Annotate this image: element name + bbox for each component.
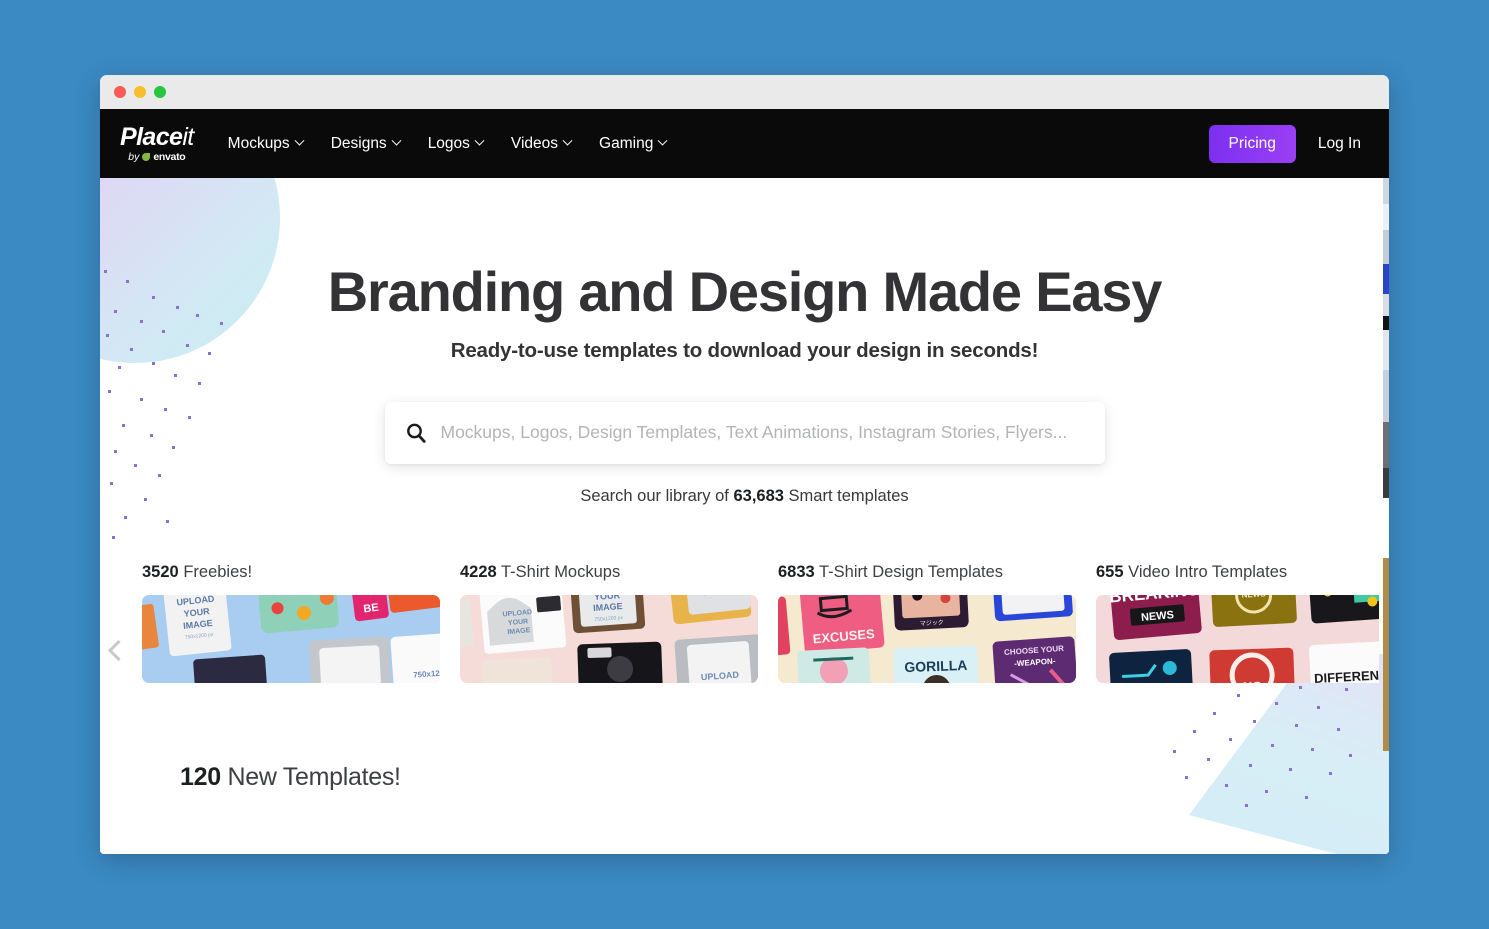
category-card-tshirt-mockups[interactable]: 4228 T-Shirt Mockups UPLOAD YOUR IMAGE Y… bbox=[460, 563, 758, 683]
nav-item-videos[interactable]: Videos bbox=[510, 134, 573, 153]
chevron-down-icon bbox=[657, 135, 668, 146]
hero-subtitle: Ready-to-use templates to download your … bbox=[450, 338, 1039, 362]
pricing-button[interactable]: Pricing bbox=[1208, 124, 1296, 163]
close-window-button[interactable] bbox=[114, 86, 126, 98]
library-suffix: Smart templates bbox=[788, 486, 909, 505]
category-card-freebies[interactable]: 3520 Freebies! UPLOAD YOUR IMAGE 750x120… bbox=[142, 563, 440, 683]
chevron-down-icon bbox=[294, 135, 305, 146]
minimize-window-button[interactable] bbox=[134, 86, 146, 98]
card-title: Video Intro Templates bbox=[1128, 562, 1288, 581]
page-content: Branding and Design Made Easy Ready-to-u… bbox=[100, 178, 1389, 854]
nav-item-label: Mockups bbox=[227, 134, 290, 152]
new-templates-label: New Templates! bbox=[227, 762, 401, 791]
decorative-gradient-wedge bbox=[1189, 654, 1389, 854]
nav-item-label: Videos bbox=[510, 134, 559, 152]
placeit-logo[interactable]: Placeit by envato bbox=[120, 122, 194, 163]
card-count: 655 bbox=[1096, 562, 1124, 581]
card-label: 4228 T-Shirt Mockups bbox=[460, 563, 758, 582]
carousel-cards: 3520 Freebies! UPLOAD YOUR IMAGE 750x120… bbox=[142, 563, 1379, 683]
svg-text:NO: NO bbox=[1243, 678, 1263, 682]
page-title: Branding and Design Made Easy bbox=[327, 260, 1163, 323]
logo-wordmark: Placeit bbox=[120, 122, 194, 151]
tshirt-mockups-thumbnail: UPLOAD YOUR IMAGE YOUR IMAGE 750x1200 px… bbox=[460, 594, 758, 683]
tshirt-designs-thumbnail: EXCUSES マジック GORILLA CHOOSE YOUR -WEAPON… bbox=[778, 594, 1076, 683]
card-count: 4228 bbox=[460, 562, 497, 581]
svg-text:BE: BE bbox=[363, 601, 380, 615]
logo-word-it: it bbox=[182, 122, 194, 151]
login-link[interactable]: Log In bbox=[1318, 135, 1361, 153]
card-label: 655 Video Intro Templates bbox=[1096, 563, 1379, 582]
logo-byline: by envato bbox=[128, 152, 185, 163]
search-bar[interactable] bbox=[384, 401, 1105, 464]
new-templates-heading: 120 New Templates! bbox=[100, 763, 1389, 792]
svg-text:750x1200: 750x1200 bbox=[413, 668, 440, 679]
primary-nav-links: Mockups Designs Logos Videos Gaming bbox=[227, 134, 668, 153]
card-title: T-Shirt Design Templates bbox=[819, 562, 1004, 581]
video-intro-thumbnail: BREAKING NEWS NEWS bbox=[1096, 594, 1379, 683]
envato-leaf-icon bbox=[142, 153, 151, 161]
svg-text:GORILLA: GORILLA bbox=[904, 657, 968, 675]
nav-item-label: Logos bbox=[427, 134, 470, 152]
library-count-text: Search our library of 63,683 Smart templ… bbox=[100, 487, 1389, 506]
search-input[interactable] bbox=[440, 422, 1085, 444]
nav-item-logos[interactable]: Logos bbox=[427, 134, 485, 153]
nav-item-label: Designs bbox=[330, 134, 387, 152]
card-count: 6833 bbox=[778, 562, 815, 581]
site-navigation-bar: Placeit by envato Mockups Designs Logos … bbox=[100, 109, 1389, 178]
hero-section: Branding and Design Made Easy Ready-to-u… bbox=[100, 178, 1389, 363]
freebies-thumbnail: UPLOAD YOUR IMAGE 750x1200 px BE 750x120… bbox=[142, 594, 440, 683]
category-carousel: 3520 Freebies! UPLOAD YOUR IMAGE 750x120… bbox=[100, 563, 1389, 686]
window-title-bar bbox=[100, 75, 1389, 109]
nav-item-gaming[interactable]: Gaming bbox=[599, 134, 668, 153]
nav-item-label: Gaming bbox=[599, 134, 654, 152]
nav-item-mockups[interactable]: Mockups bbox=[227, 134, 305, 153]
card-title: T-Shirt Mockups bbox=[501, 562, 621, 581]
logo-envato-text: envato bbox=[153, 150, 186, 163]
browser-window: Placeit by envato Mockups Designs Logos … bbox=[100, 75, 1389, 854]
category-card-video-intros[interactable]: 655 Video Intro Templates BREAKING NEWS bbox=[1096, 563, 1379, 683]
maximize-window-button[interactable] bbox=[154, 86, 166, 98]
card-count: 3520 bbox=[142, 562, 179, 581]
library-prefix: Search our library of bbox=[580, 486, 729, 505]
search-icon bbox=[405, 422, 427, 444]
logo-by-text: by bbox=[128, 150, 140, 163]
category-card-tshirt-designs[interactable]: 6833 T-Shirt Design Templates EXCUSES マジ… bbox=[778, 563, 1076, 683]
logo-word-place: Place bbox=[120, 122, 183, 151]
nav-item-designs[interactable]: Designs bbox=[330, 134, 402, 153]
chevron-down-icon bbox=[474, 135, 485, 146]
new-templates-count: 120 bbox=[180, 762, 221, 791]
carousel-next-button[interactable] bbox=[1385, 615, 1389, 686]
chevron-left-icon bbox=[107, 640, 129, 662]
card-title: Freebies! bbox=[183, 562, 253, 581]
chevron-down-icon bbox=[562, 135, 573, 146]
svg-text:IMAGE: IMAGE bbox=[593, 601, 623, 613]
library-count: 63,683 bbox=[733, 486, 784, 505]
nav-right-actions: Pricing Log In bbox=[1208, 124, 1361, 163]
svg-text:マジック: マジック bbox=[920, 619, 944, 627]
card-label: 3520 Freebies! bbox=[142, 563, 440, 582]
chevron-down-icon bbox=[391, 135, 402, 146]
carousel-prev-button[interactable] bbox=[100, 616, 136, 686]
card-label: 6833 T-Shirt Design Templates bbox=[778, 563, 1076, 582]
